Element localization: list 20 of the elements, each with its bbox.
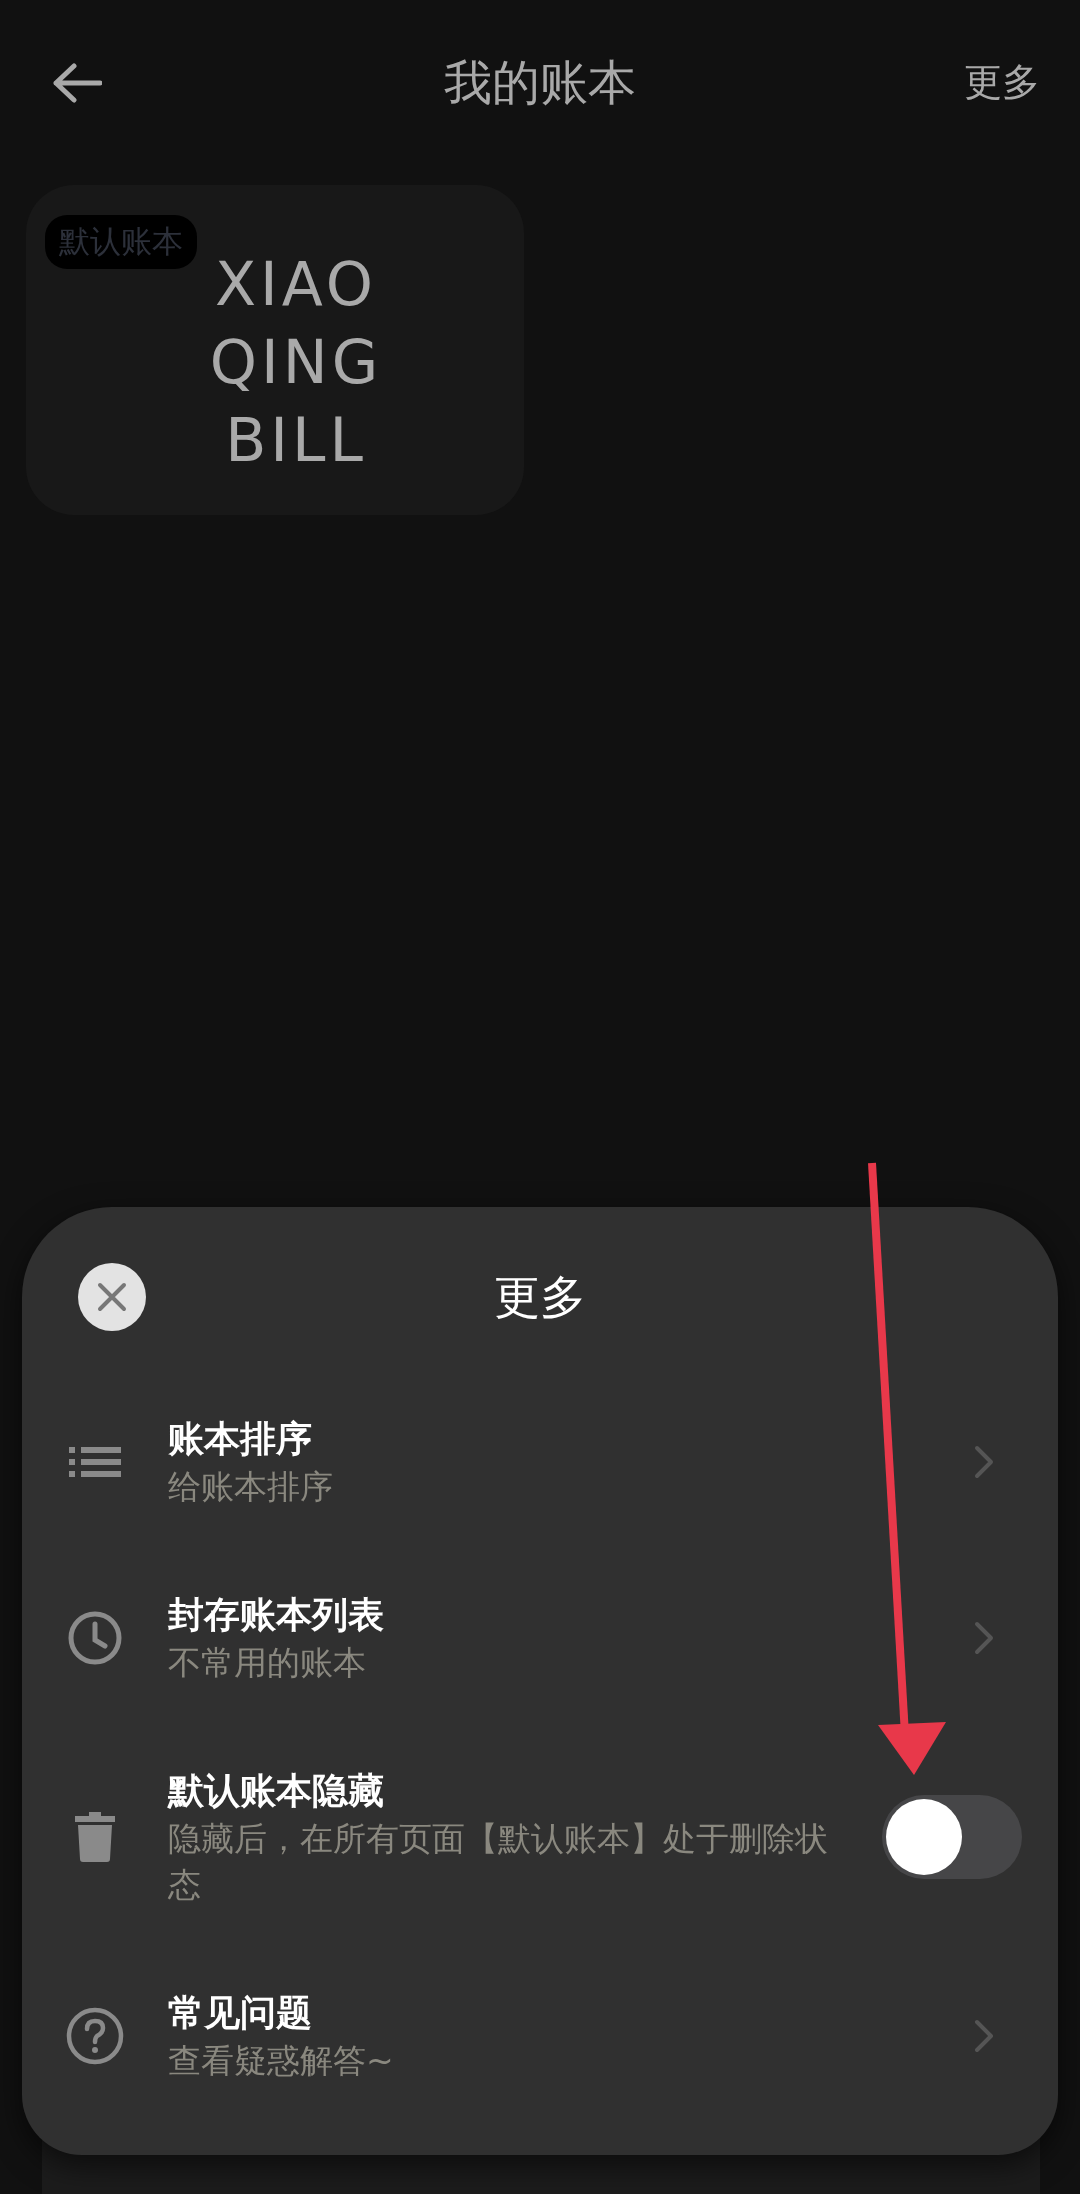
item-subtitle: 隐藏后，在所有页面【默认账本】处于删除状态 bbox=[168, 1818, 829, 1906]
back-icon[interactable] bbox=[52, 62, 102, 103]
item-subtitle: 查看疑惑解答~ bbox=[168, 2040, 394, 2082]
book-card[interactable]: 默认账本 XIAO QING BILL bbox=[26, 185, 524, 515]
item-subtitle: 给账本排序 bbox=[168, 1466, 333, 1508]
help-icon bbox=[66, 2007, 124, 2065]
close-icon bbox=[97, 1282, 127, 1312]
sheet-title: 更多 bbox=[494, 1270, 586, 1324]
item-title[interactable]: 账本排序 bbox=[168, 1414, 312, 1464]
item-title[interactable]: 封存账本列表 bbox=[168, 1590, 384, 1640]
trash-icon bbox=[75, 1812, 115, 1862]
page-title: 我的账本 bbox=[444, 53, 636, 110]
more-button[interactable]: 更多 bbox=[964, 57, 1040, 108]
item-title[interactable]: 常见问题 bbox=[168, 1988, 312, 2038]
default-badge: 默认账本 bbox=[45, 215, 197, 269]
item-subtitle: 不常用的账本 bbox=[168, 1642, 366, 1684]
book-logo: XIAO QING BILL bbox=[208, 248, 384, 477]
item-title[interactable]: 默认账本隐藏 bbox=[168, 1766, 384, 1816]
list-icon bbox=[69, 1447, 121, 1477]
clock-icon bbox=[67, 1610, 123, 1666]
